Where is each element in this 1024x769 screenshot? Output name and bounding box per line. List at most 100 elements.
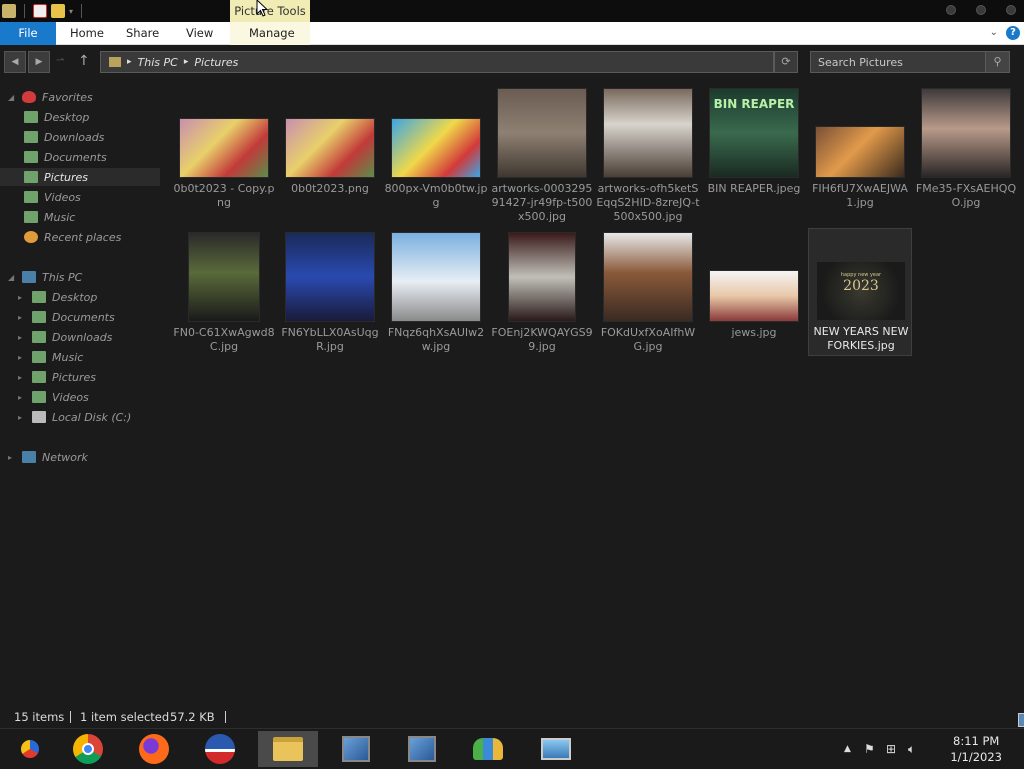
nav-pc-documents[interactable]: ▸ Documents bbox=[0, 308, 160, 326]
taskbar-obama-app[interactable] bbox=[190, 731, 250, 767]
taskbar-firefox[interactable] bbox=[124, 731, 184, 767]
nav-label: Documents bbox=[52, 310, 115, 324]
search-icon[interactable]: ⚲ bbox=[985, 52, 1009, 72]
expand-arrow-icon[interactable]: ▸ bbox=[18, 413, 28, 422]
file-item[interactable]: BIN REAPER BIN REAPER.jpeg bbox=[702, 86, 806, 220]
expand-arrow-icon[interactable]: ▸ bbox=[18, 393, 28, 402]
network-status-icon[interactable]: ⊞ bbox=[886, 742, 896, 756]
documents-icon bbox=[32, 311, 46, 323]
window-controls bbox=[946, 5, 1016, 15]
file-thumbnail bbox=[179, 118, 269, 178]
file-item[interactable]: artworks-000329591427-jr49fp-t500x500.jp… bbox=[490, 86, 594, 223]
expand-arrow-icon[interactable]: ▸ bbox=[18, 373, 28, 382]
file-item[interactable]: 0b0t2023.png bbox=[278, 86, 382, 220]
taskbar-chrome[interactable] bbox=[58, 731, 118, 767]
ribbon-expand-icon[interactable]: ⌄ bbox=[990, 27, 998, 38]
nav-fav-desktop[interactable]: Desktop bbox=[0, 108, 160, 126]
file-item-selected[interactable]: happy new year 2023 NEW YEARS NEW FORKIE… bbox=[808, 228, 912, 356]
tab-file[interactable]: File bbox=[0, 22, 56, 45]
file-item[interactable]: FN0-C61XwAgwd8C.jpg bbox=[172, 230, 276, 358]
expand-arrow-icon[interactable]: ▸ bbox=[18, 313, 28, 322]
expand-arrow-icon[interactable]: ▸ bbox=[18, 293, 28, 302]
file-item[interactable]: FN6YbLLX0AsUqgR.jpg bbox=[278, 230, 382, 358]
file-item[interactable]: 800px-Vm0b0tw.jpg bbox=[384, 86, 488, 220]
taskbar-users-app[interactable] bbox=[458, 731, 518, 767]
refresh-button[interactable]: ⟳ bbox=[774, 51, 798, 73]
expand-arrow-icon[interactable]: ▸ bbox=[8, 453, 18, 462]
nav-pc-local-disk[interactable]: ▸ Local Disk (C:) bbox=[0, 408, 160, 426]
nav-fav-documents[interactable]: Documents bbox=[0, 148, 160, 166]
nav-pc-desktop[interactable]: ▸ Desktop bbox=[0, 288, 160, 306]
breadcrumb-this-pc[interactable]: This PC bbox=[138, 56, 178, 69]
taskbar-clock[interactable]: 8:11 PM 1/1/2023 bbox=[950, 733, 1002, 765]
title-bar: ▾ Picture Tools bbox=[0, 0, 1024, 22]
file-item[interactable]: jews.jpg bbox=[702, 230, 806, 358]
file-item[interactable]: FNqz6qhXsAUIw2w.jpg bbox=[384, 230, 488, 358]
nav-pc-pictures[interactable]: ▸ Pictures bbox=[0, 368, 160, 386]
taskbar-network-app[interactable] bbox=[326, 731, 386, 767]
forward-button[interactable]: ▶ bbox=[28, 51, 50, 73]
address-bar[interactable]: ▸ This PC ▸ Pictures bbox=[100, 51, 774, 73]
nav-favorites[interactable]: ◢ Favorites bbox=[0, 88, 160, 106]
collapse-arrow-icon[interactable]: ◢ bbox=[8, 273, 18, 282]
search-input[interactable] bbox=[811, 52, 985, 72]
file-item[interactable]: artworks-ofh5ketSEqqS2HID-8zreJQ-t500x50… bbox=[596, 86, 700, 223]
up-arrow-icon[interactable]: ↑ bbox=[78, 53, 90, 69]
nav-pc-videos[interactable]: ▸ Videos bbox=[0, 388, 160, 406]
file-name: 0b0t2023 - Copy.png bbox=[173, 182, 275, 209]
volume-icon[interactable]: 🔈︎ bbox=[908, 742, 915, 757]
taskbar-photo-viewer[interactable] bbox=[526, 731, 586, 767]
tab-share[interactable]: Share bbox=[126, 22, 159, 45]
folder-menu-icon[interactable] bbox=[2, 4, 16, 18]
file-item[interactable]: 0b0t2023 - Copy.png bbox=[172, 86, 276, 220]
file-thumbnail bbox=[508, 232, 576, 322]
qat-separator bbox=[24, 4, 25, 18]
back-button[interactable]: ◀ bbox=[4, 51, 26, 73]
taskbar-network-app-2[interactable] bbox=[392, 731, 452, 767]
file-item[interactable]: FOEnj2KWQAYGS99.jpg bbox=[490, 230, 594, 358]
file-name: artworks-ofh5ketSEqqS2HID-8zreJQ-t500x50… bbox=[596, 182, 700, 223]
maximize-button[interactable] bbox=[976, 5, 986, 15]
nav-fav-downloads[interactable]: Downloads bbox=[0, 128, 160, 146]
new-folder-icon[interactable] bbox=[51, 4, 65, 18]
thumbnails-view-icon[interactable] bbox=[1018, 713, 1024, 727]
recent-dropdown-icon[interactable]: ⇀ bbox=[56, 55, 64, 66]
start-button[interactable] bbox=[0, 731, 60, 767]
tab-view[interactable]: View bbox=[186, 22, 213, 45]
taskbar-file-explorer[interactable] bbox=[258, 731, 318, 767]
clock-time: 8:11 PM bbox=[953, 734, 1000, 748]
close-button[interactable] bbox=[1006, 5, 1016, 15]
tab-home[interactable]: Home bbox=[70, 22, 104, 45]
nav-fav-music[interactable]: Music bbox=[0, 208, 160, 226]
nav-fav-videos[interactable]: Videos bbox=[0, 188, 160, 206]
show-hidden-icons-icon[interactable]: ▲ bbox=[844, 744, 851, 754]
heart-icon bbox=[22, 91, 36, 103]
tab-manage[interactable]: Manage bbox=[249, 22, 295, 45]
nav-label: Downloads bbox=[52, 330, 113, 344]
file-item[interactable]: FMe35-FXsAEHQQO.jpg bbox=[914, 86, 1018, 220]
desktop-icon bbox=[24, 111, 38, 123]
file-item[interactable]: FOKdUxfXoAIfhWG.jpg bbox=[596, 230, 700, 358]
expand-arrow-icon[interactable]: ▸ bbox=[18, 353, 28, 362]
collapse-arrow-icon[interactable]: ◢ bbox=[8, 93, 18, 102]
nav-fav-pictures[interactable]: Pictures bbox=[0, 168, 160, 186]
action-center-flag-icon[interactable]: ⚑ bbox=[864, 742, 875, 756]
file-thumbnail bbox=[603, 88, 693, 178]
nav-label: Documents bbox=[44, 150, 107, 164]
nav-network[interactable]: ▸ Network bbox=[0, 448, 160, 466]
nav-pc-downloads[interactable]: ▸ Downloads bbox=[0, 328, 160, 346]
qat-dropdown-icon[interactable]: ▾ bbox=[69, 7, 73, 16]
minimize-button[interactable] bbox=[946, 5, 956, 15]
expand-arrow-icon[interactable]: ▸ bbox=[18, 333, 28, 342]
search-box[interactable]: ⚲ bbox=[810, 51, 1010, 73]
breadcrumb-pictures[interactable]: Pictures bbox=[194, 56, 238, 69]
help-icon[interactable]: ? bbox=[1006, 26, 1020, 40]
nav-pc-music[interactable]: ▸ Music bbox=[0, 348, 160, 366]
file-item[interactable]: FIH6fU7XwAEJWA1.jpg bbox=[808, 86, 912, 220]
nav-this-pc[interactable]: ◢ This PC bbox=[0, 268, 160, 286]
file-thumbnail bbox=[285, 118, 375, 178]
properties-icon[interactable] bbox=[33, 4, 47, 18]
documents-icon bbox=[24, 151, 38, 163]
nav-fav-recent-places[interactable]: Recent places bbox=[0, 228, 160, 246]
nav-label: Pictures bbox=[44, 170, 89, 184]
